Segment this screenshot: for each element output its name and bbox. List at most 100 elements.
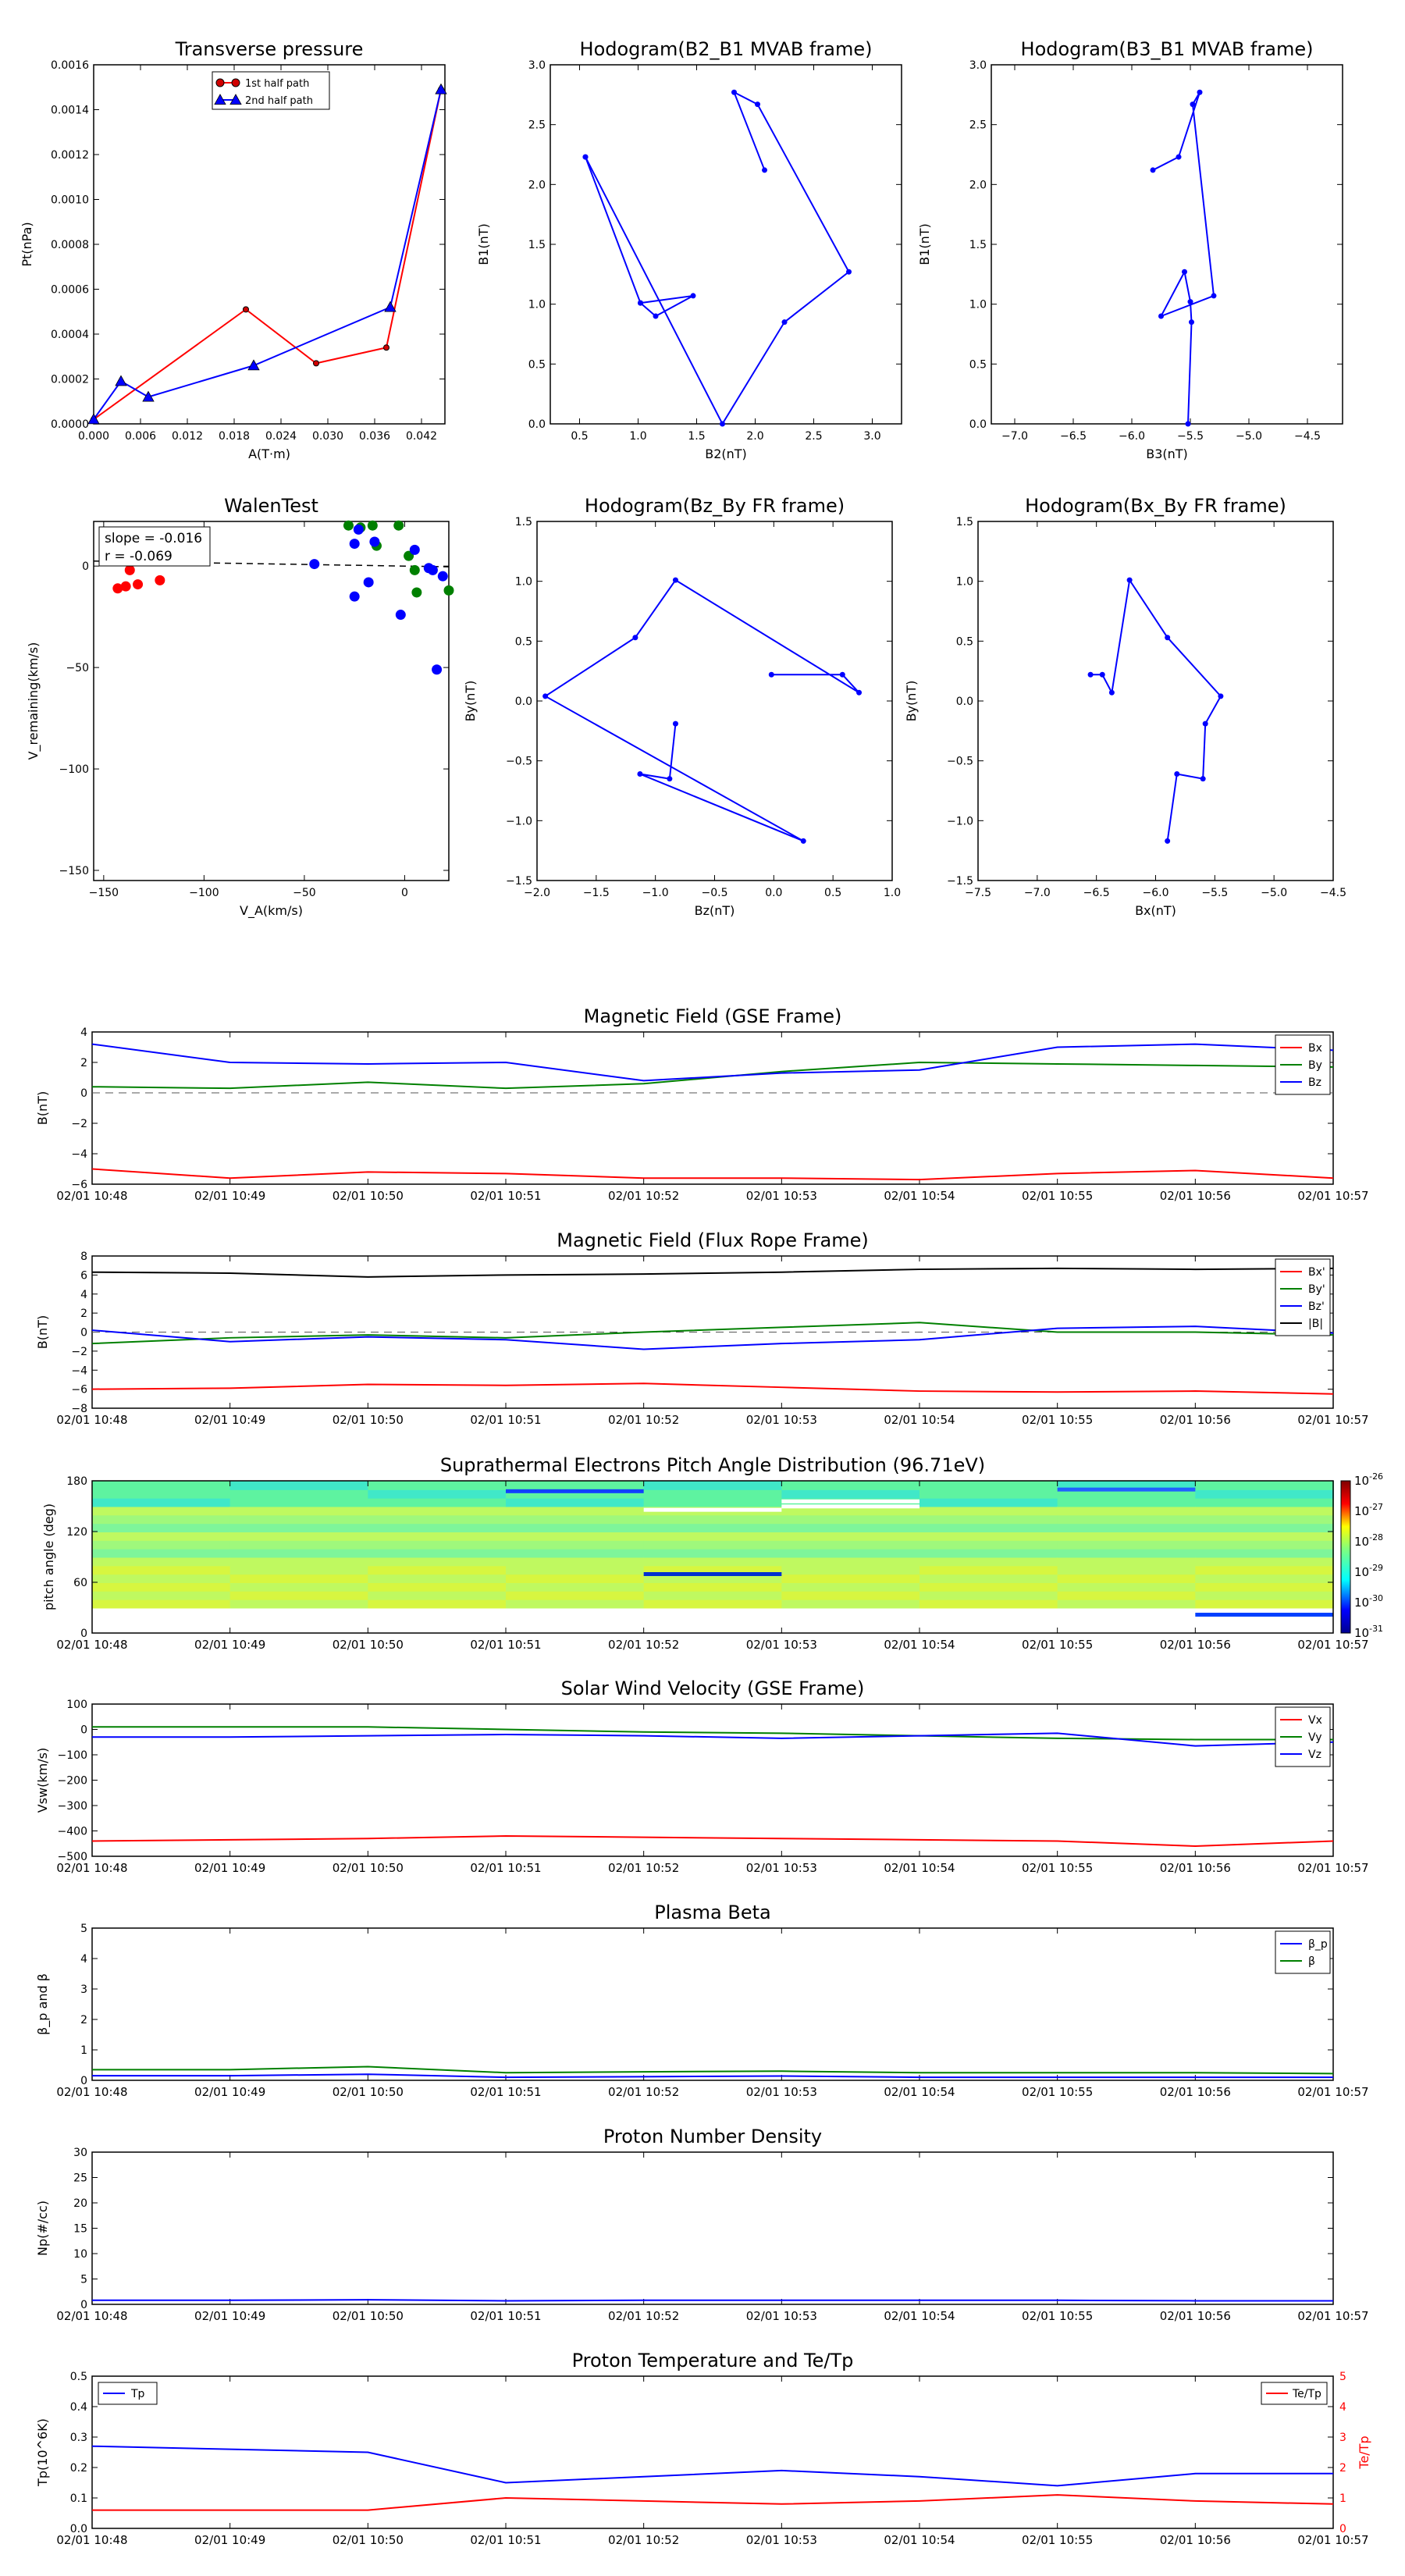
heatmap-cell — [643, 1590, 783, 1600]
y-axis-label: B1(nT) — [917, 223, 932, 265]
heatmap-cell — [919, 1565, 1058, 1575]
legend-label: By — [1308, 1059, 1322, 1072]
y-tick-label: 0.3 — [70, 2432, 87, 2444]
heatmap-cell — [1057, 1523, 1197, 1532]
series-line — [92, 2065, 1334, 2075]
heatmap-cell — [506, 1497, 645, 1507]
y-tick-label: 0.0 — [70, 2523, 87, 2535]
data-point — [1087, 671, 1094, 678]
y-tick-label: 0.0012 — [51, 149, 89, 162]
heatmap-cell — [229, 1514, 369, 1525]
y-tick-label: 0.0004 — [51, 329, 89, 341]
y-tick-label: 2.5 — [969, 119, 987, 132]
series-line — [91, 1061, 1334, 1090]
series-line — [93, 89, 442, 421]
data-point — [247, 359, 260, 371]
y-tick-label: 0.0000 — [51, 418, 89, 431]
time-tick-label: 02/01 10:49 — [194, 1861, 265, 1875]
y-axis-label: By(nT) — [463, 681, 478, 722]
data-point — [1197, 89, 1203, 95]
heatmap-cell — [506, 1481, 645, 1490]
y-tick-label: −50 — [66, 662, 89, 674]
x-tick-label: 1.0 — [629, 430, 646, 443]
data-point — [762, 167, 767, 173]
data-point — [155, 575, 165, 585]
heatmap-cell — [229, 1574, 369, 1583]
plot-frame — [91, 1031, 1334, 1185]
heatmap-cell — [229, 1582, 369, 1592]
heatmap-cell — [781, 1548, 920, 1558]
y-tick-label: −500 — [58, 1851, 87, 1863]
heatmap-cell — [506, 1532, 645, 1541]
colorbar-tick-label: 10-30 — [1354, 1593, 1383, 1610]
y-axis-label: pitch angle (deg) — [41, 1503, 56, 1610]
heatmap-cell — [643, 1507, 782, 1512]
heatmap-cell — [229, 1481, 369, 1490]
x-axis-label: A(T·m) — [248, 447, 290, 461]
heatmap-cell — [1057, 1548, 1197, 1558]
heatmap-cell — [368, 1497, 507, 1507]
data-point — [632, 635, 638, 641]
time-tick-label: 02/01 10:54 — [884, 1413, 955, 1427]
y-tick-label: 0 — [82, 560, 89, 573]
y2-tick-label: 2 — [1339, 2462, 1346, 2475]
time-tick-label: 02/01 10:50 — [333, 1638, 404, 1652]
heatmap-cell — [1195, 1497, 1334, 1507]
heatmap-cell — [1195, 1539, 1334, 1550]
heatmap-cell — [1057, 1497, 1197, 1507]
y-axis-label: Pt(nPa) — [20, 222, 34, 266]
data-point — [133, 579, 144, 590]
data-point — [367, 520, 378, 531]
colorbar — [1340, 1480, 1351, 1634]
heatmap-cell — [92, 1514, 231, 1525]
time-tick-label: 02/01 10:52 — [608, 1861, 679, 1875]
y-tick-label: 4 — [80, 1289, 87, 1301]
heatmap-cell — [1195, 1565, 1334, 1575]
heatmap-cell — [781, 1574, 920, 1583]
time-tick-label: 02/01 10:57 — [1297, 1861, 1368, 1875]
chart-hodogram-bz-by: Hodogram(Bz_By FR frame)−2.0 −1.5 −1.0 −0.5… — [463, 495, 901, 918]
x-tick-label: 2.5 — [805, 430, 822, 443]
x-axis-label: B2(nT) — [705, 447, 747, 461]
chart-title: Solar Wind Velocity (GSE Frame) — [561, 1678, 865, 1699]
data-point — [781, 319, 788, 326]
y-tick-label: 0 — [80, 2299, 87, 2311]
y2-tick-label: 4 — [1339, 2401, 1346, 2414]
heatmap-cell — [1195, 1557, 1334, 1567]
chart-title: WalenTest — [224, 495, 318, 517]
heatmap-cell — [506, 1557, 645, 1567]
heatmap-cell — [229, 1557, 369, 1567]
time-tick-label: 02/01 10:51 — [470, 2533, 541, 2547]
plot-frame — [991, 64, 1343, 425]
time-tick-label: 02/01 10:51 — [470, 1189, 541, 1203]
y-tick-label: 0.5 — [956, 635, 973, 648]
y-tick-label: −1.0 — [506, 815, 532, 827]
y2-tick-label: 5 — [1339, 2371, 1346, 2383]
heatmap-cell — [92, 1548, 231, 1558]
y-axis-label: B(nT) — [35, 1315, 50, 1349]
x-tick-label: 2.0 — [746, 430, 763, 443]
x-tick-label: 0.018 — [219, 430, 250, 443]
heatmap-cell — [919, 1582, 1058, 1592]
legend-label: Bz — [1308, 1076, 1321, 1089]
x-tick-label: −0.5 — [702, 887, 728, 899]
heatmap-cell — [781, 1599, 920, 1609]
colorbar-tick-label: 10-31 — [1354, 1624, 1383, 1640]
x-tick-label: −7.0 — [1001, 430, 1028, 443]
y-tick-label: −4 — [71, 1364, 87, 1377]
heatmap-cell — [92, 1557, 231, 1567]
heatmap-cell — [643, 1582, 783, 1592]
y-tick-label: 0 — [80, 2075, 87, 2087]
data-point — [672, 577, 678, 583]
heatmap-cell — [919, 1590, 1058, 1600]
time-tick-label: 02/01 10:52 — [608, 2085, 679, 2099]
heatmap-cell — [92, 1497, 231, 1507]
colorbar-tick-label: 10-27 — [1354, 1502, 1383, 1518]
data-point — [1182, 269, 1187, 275]
time-tick-label: 02/01 10:50 — [333, 2085, 404, 2099]
y-tick-label: 2.5 — [528, 119, 546, 132]
heatmap-cell — [92, 1599, 231, 1609]
time-tick-label: 02/01 10:52 — [608, 2533, 679, 2547]
time-tick-label: 02/01 10:55 — [1022, 2533, 1093, 2547]
legend-label: Bz' — [1308, 1300, 1325, 1313]
